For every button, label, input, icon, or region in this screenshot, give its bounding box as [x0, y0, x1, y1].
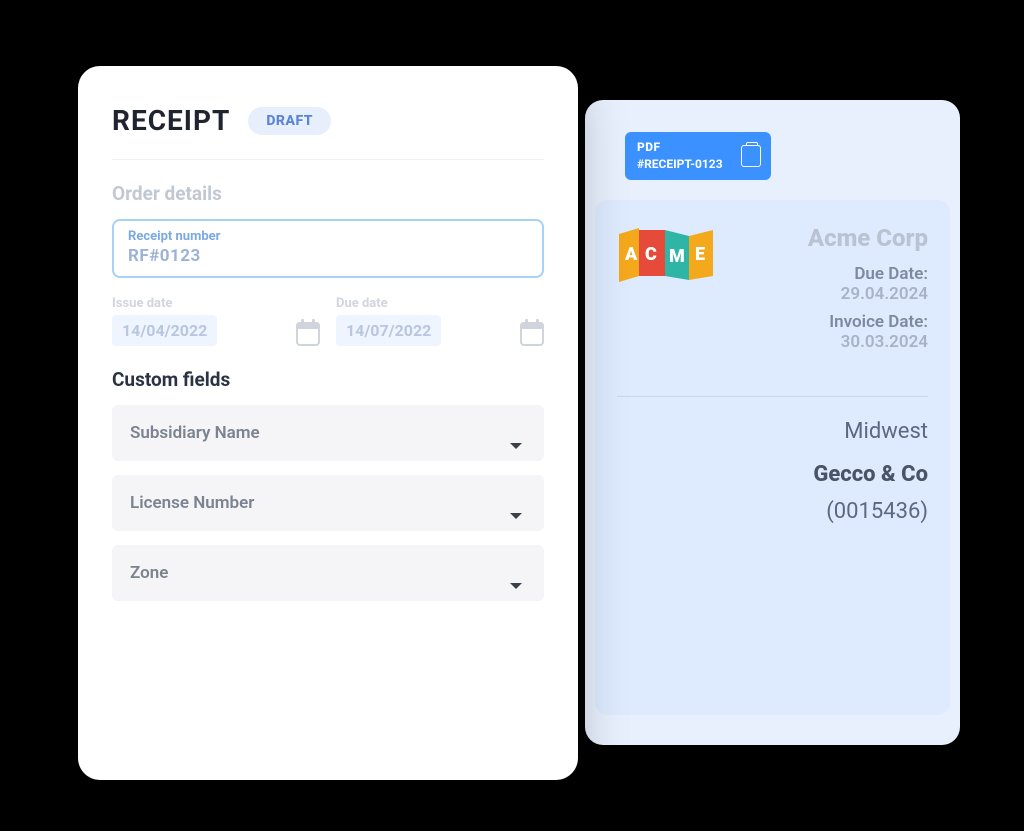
- preview-divider: [617, 396, 928, 397]
- status-badge: DRAFT: [248, 107, 331, 135]
- calendar-icon[interactable]: [520, 322, 544, 346]
- svg-text:E: E: [695, 244, 705, 265]
- due-date-value: 14/07/2022: [336, 315, 441, 346]
- issue-date-input[interactable]: Issue date 14/04/2022: [112, 296, 320, 346]
- receipt-form-card: RECEIPT DRAFT Order details Receipt numb…: [78, 66, 578, 780]
- issue-date-label: Issue date: [112, 296, 217, 311]
- pdf-file-chip[interactable]: PDF #RECEIPT-0123: [625, 132, 771, 180]
- preview-due-date-value: 29.04.2024: [735, 284, 928, 304]
- pdf-type-label: PDF: [637, 140, 723, 155]
- svg-text:M: M: [669, 246, 685, 267]
- receipt-number-input[interactable]: Receipt number RF#0123: [112, 219, 544, 278]
- order-details-heading: Order details: [112, 182, 544, 205]
- zone-select-label: Zone: [130, 563, 168, 583]
- chevron-down-icon: [510, 583, 522, 589]
- preview-invoice-date-label: Invoice Date:: [735, 312, 928, 332]
- issue-date-value: 14/04/2022: [112, 315, 217, 346]
- custom-fields-heading: Custom fields: [112, 368, 544, 391]
- trash-icon[interactable]: [741, 145, 761, 167]
- chevron-down-icon: [510, 513, 522, 519]
- receipt-number-label: Receipt number: [128, 229, 528, 244]
- svg-text:A: A: [624, 244, 638, 265]
- document-preview-card: PDF #RECEIPT-0123 A C M E Acme Corp: [585, 100, 960, 745]
- due-date-label: Due date: [336, 296, 441, 311]
- svg-text:C: C: [645, 244, 657, 265]
- divider: [112, 159, 544, 160]
- due-date-input[interactable]: Due date 14/07/2022: [336, 296, 544, 346]
- license-select-label: License Number: [130, 493, 254, 513]
- page-title: RECEIPT: [112, 104, 230, 137]
- calendar-icon[interactable]: [296, 322, 320, 346]
- subsidiary-select[interactable]: Subsidiary Name: [112, 405, 544, 461]
- preview-invoice-date-value: 30.03.2024: [735, 332, 928, 352]
- zone-select[interactable]: Zone: [112, 545, 544, 601]
- acme-logo: A C M E: [617, 224, 717, 288]
- preview-client-id: (0015436): [617, 499, 928, 524]
- document-preview-body: A C M E Acme Corp Due Date: 29.04.2024 I…: [595, 200, 950, 715]
- license-select[interactable]: License Number: [112, 475, 544, 531]
- preview-due-date-label: Due Date:: [735, 264, 928, 284]
- pdf-filename: #RECEIPT-0123: [637, 157, 723, 172]
- subsidiary-select-label: Subsidiary Name: [130, 423, 260, 443]
- chevron-down-icon: [510, 443, 522, 449]
- preview-company-name: Acme Corp: [735, 224, 928, 252]
- preview-client-name: Gecco & Co: [617, 462, 928, 487]
- receipt-number-value: RF#0123: [128, 246, 201, 266]
- preview-region: Midwest: [617, 419, 928, 444]
